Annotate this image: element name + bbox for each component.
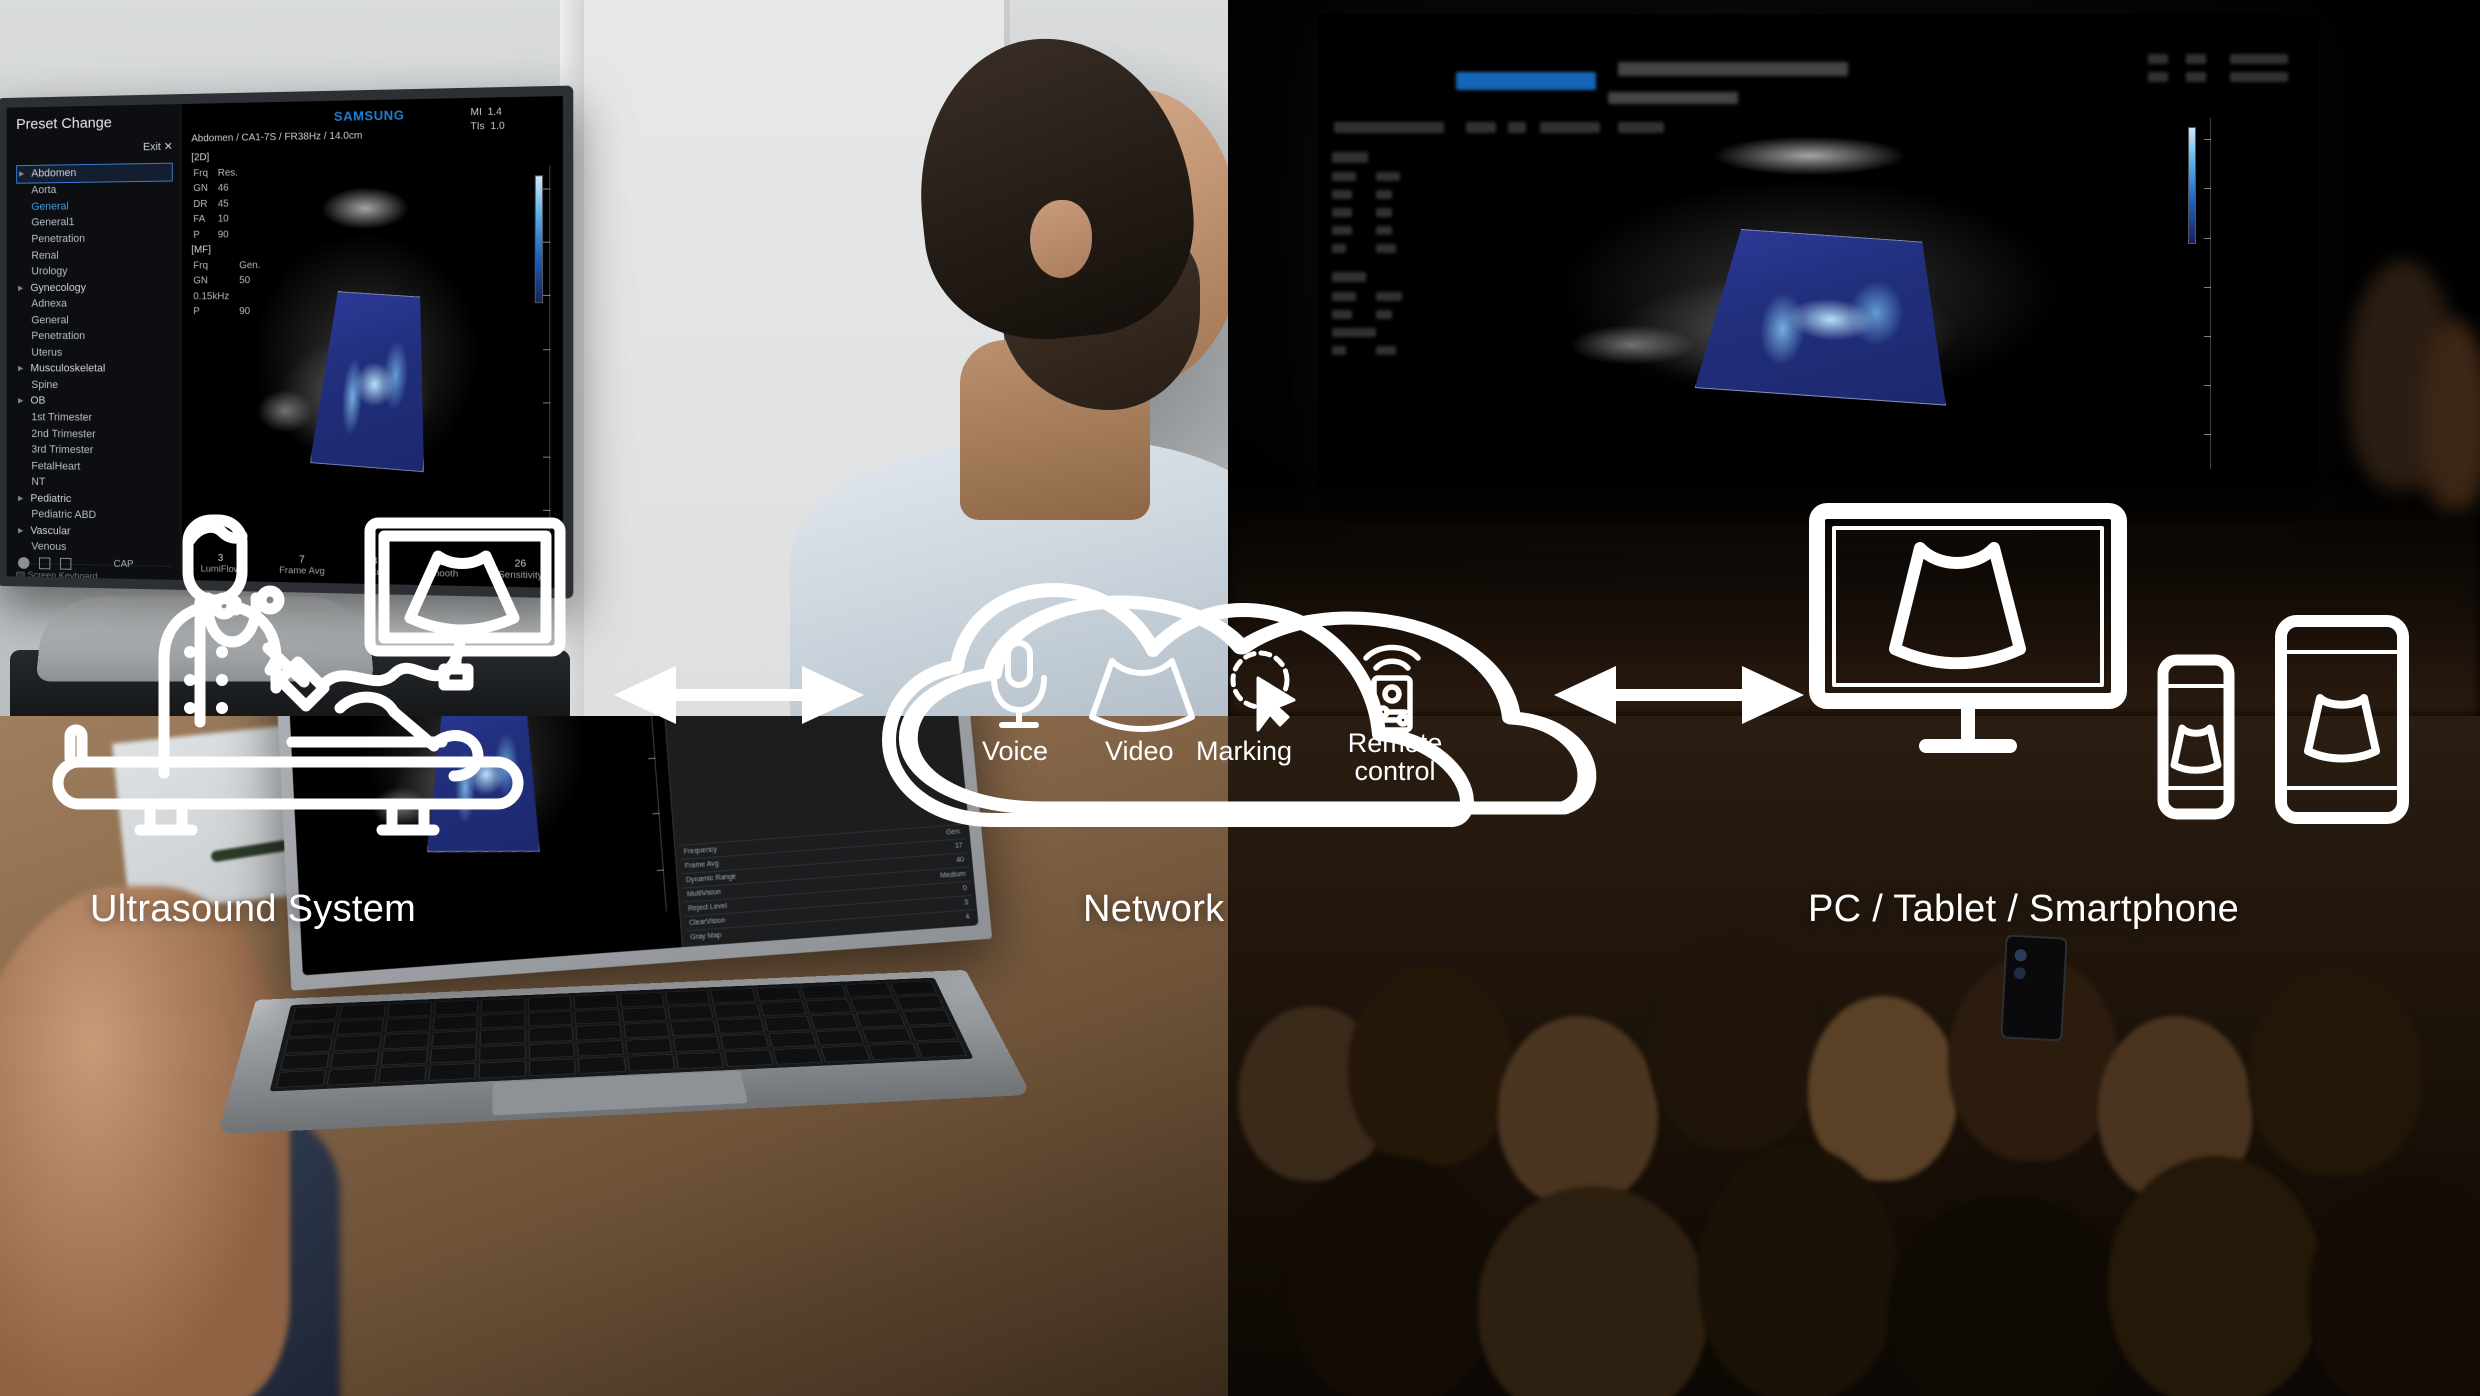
projected-depth-ruler: [2204, 118, 2212, 470]
audience-foreground-blur: [1228, 476, 2480, 716]
user-arm: [0, 886, 290, 1396]
preset-tree-item[interactable]: General: [16, 312, 173, 329]
parameter-label: Gray Map: [690, 931, 722, 942]
parameter-label: ClearVision: [688, 917, 726, 928]
virtual-touch-panel[interactable]: _✕ 2D S-Harmon: [644, 716, 979, 948]
preset-tree-item[interactable]: OB: [16, 394, 173, 411]
parameter-value: Medium: [940, 870, 966, 880]
parameter-label: Frame Avg: [684, 860, 720, 870]
laptop-screen: SAMSUNG 2019-10-16-0003 PATIENT13 Abdome…: [278, 716, 979, 976]
parameter-value: Gen.: [945, 828, 962, 837]
parameter-label: Frequency: [683, 846, 718, 856]
scan-graphic: [182, 96, 563, 588]
preset-tree-item[interactable]: Musculoskeletal: [16, 361, 173, 378]
parameter-value: 4: [965, 913, 970, 921]
photo-audience: [1228, 716, 2480, 1396]
audience-smartphone: [2000, 934, 2068, 1042]
preset-tree-item[interactable]: Gynecology: [16, 280, 173, 297]
touch-panel-parameter-rows[interactable]: Frequency Gen. Frame Avg 17 Dynamic Range 40 M…: [675, 823, 978, 946]
clinician-hair: [905, 24, 1205, 352]
ultrasound-console-screen: Preset Change Exit ✕ AbdomenAortaGeneral…: [6, 96, 563, 599]
dual-pane-icon[interactable]: [38, 557, 51, 570]
preset-tree-item[interactable]: Aorta: [16, 181, 173, 199]
preset-tree-item[interactable]: 3rd Trimester: [16, 442, 173, 460]
diagram-canvas: Preset Change Exit ✕ AbdomenAortaGeneral…: [0, 0, 2480, 1396]
preset-tree-item[interactable]: FetalHeart: [16, 458, 173, 476]
preset-softkey[interactable]: Screen Keyboard: [16, 569, 173, 585]
preset-softkey[interactable]: None: [16, 582, 173, 598]
ultrasound-console-monitor: Preset Change Exit ✕ AbdomenAortaGeneral…: [0, 85, 574, 599]
parameter-value: 0: [962, 884, 968, 893]
console-footer-control[interactable]: 1 Smooth: [425, 557, 458, 580]
depth-ruler: [542, 165, 551, 549]
laptop-lid: SAMSUNG 2019-10-16-0003 PATIENT13 Abdome…: [265, 716, 993, 991]
console-footer-control[interactable]: 7 Frame Avg: [279, 554, 325, 577]
parameter-value: 3: [963, 899, 969, 907]
preset-tree-item[interactable]: 1st Trimester: [16, 410, 173, 427]
projected-scan-graphic: [1398, 55, 2238, 506]
photo-clinician-at-ultrasound: Preset Change Exit ✕ AbdomenAortaGeneral…: [0, 0, 1228, 716]
preset-tree-item[interactable]: Penetration: [16, 329, 173, 345]
preset-tree-item[interactable]: General: [16, 198, 173, 216]
preset-tree-item[interactable]: Penetration: [16, 231, 173, 249]
photo-laptop-on-desk: SAMSUNG 2019-10-16-0003 PATIENT13 Abdome…: [0, 716, 1228, 1396]
preset-tree[interactable]: AbdomenAortaGeneralGeneral1PenetrationRe…: [16, 162, 173, 558]
preset-tree-item[interactable]: Uterus: [16, 345, 173, 361]
clinician-ear: [1030, 200, 1092, 278]
projected-colorbar: [2188, 127, 2196, 245]
parameter-label: MultiVision: [686, 888, 722, 899]
clinician-figure: [790, 20, 1228, 716]
projected-doppler-box: [1695, 227, 1958, 406]
preset-tree-item[interactable]: Spine: [16, 378, 173, 395]
touch-panel-body[interactable]: 2D S-HarmonicDual LiveTrapezoidalPanoram…: [645, 716, 978, 947]
preset-panel-title: Preset Change: [16, 114, 112, 133]
close-x-icon[interactable]: ✕: [164, 141, 173, 153]
laptop-keyboard[interactable]: [269, 977, 974, 1092]
ultrasound-image-area: SAMSUNG Abdomen / CA1-7S / FR38Hz / 14.0…: [181, 96, 563, 588]
laptop-base: [217, 969, 1032, 1135]
preset-tree-item[interactable]: 2nd Trimester: [16, 426, 173, 444]
laptop-device: SAMSUNG 2019-10-16-0003 PATIENT13 Abdome…: [217, 716, 1032, 1135]
console-footer-control[interactable]: 3 LumiFlow: [201, 553, 241, 575]
photo-lecture-hall-screen: [1228, 0, 2480, 716]
projection-screen: [1318, 14, 2318, 526]
viewer-scan-graphic: [280, 716, 681, 975]
record-dot-icon[interactable]: [18, 556, 30, 569]
preset-tree-item[interactable]: Abdomen: [16, 162, 173, 184]
parameter-value: 17: [954, 842, 964, 851]
preset-change-panel[interactable]: Preset Change Exit ✕ AbdomenAortaGeneral…: [6, 104, 182, 599]
preset-tree-item[interactable]: Renal: [16, 247, 173, 264]
viewer-doppler-box: [427, 716, 540, 853]
preset-tree-item[interactable]: General1: [16, 214, 173, 232]
cap-label: CAP: [113, 558, 134, 570]
preset-exit-button[interactable]: Exit ✕: [16, 140, 173, 156]
parameter-label: Dynamic Range: [685, 873, 737, 885]
viewer-depth-ruler: [639, 716, 668, 912]
parameter-value: 40: [955, 856, 965, 865]
preset-exit-label: Exit: [143, 140, 161, 154]
ultrasound-cart-stand: [35, 596, 375, 682]
console-footer-control[interactable]: 3 Filter: [364, 556, 385, 578]
parameter-label: Reject Level: [687, 902, 728, 913]
preset-tree-item[interactable]: Venous: [16, 539, 173, 558]
remote-viewer-image-pane: SAMSUNG 2019-10-16-0003 PATIENT13 Abdome…: [278, 716, 682, 976]
console-footer-control[interactable]: 26 Sensitivity: [498, 558, 542, 581]
console-status-icons[interactable]: CAP: [18, 556, 134, 571]
preset-tree-item[interactable]: Urology: [16, 263, 173, 280]
preset-tree-item[interactable]: Adnexa: [16, 296, 173, 313]
doppler-colorbar: [534, 175, 544, 303]
screen-icon[interactable]: [59, 557, 72, 570]
